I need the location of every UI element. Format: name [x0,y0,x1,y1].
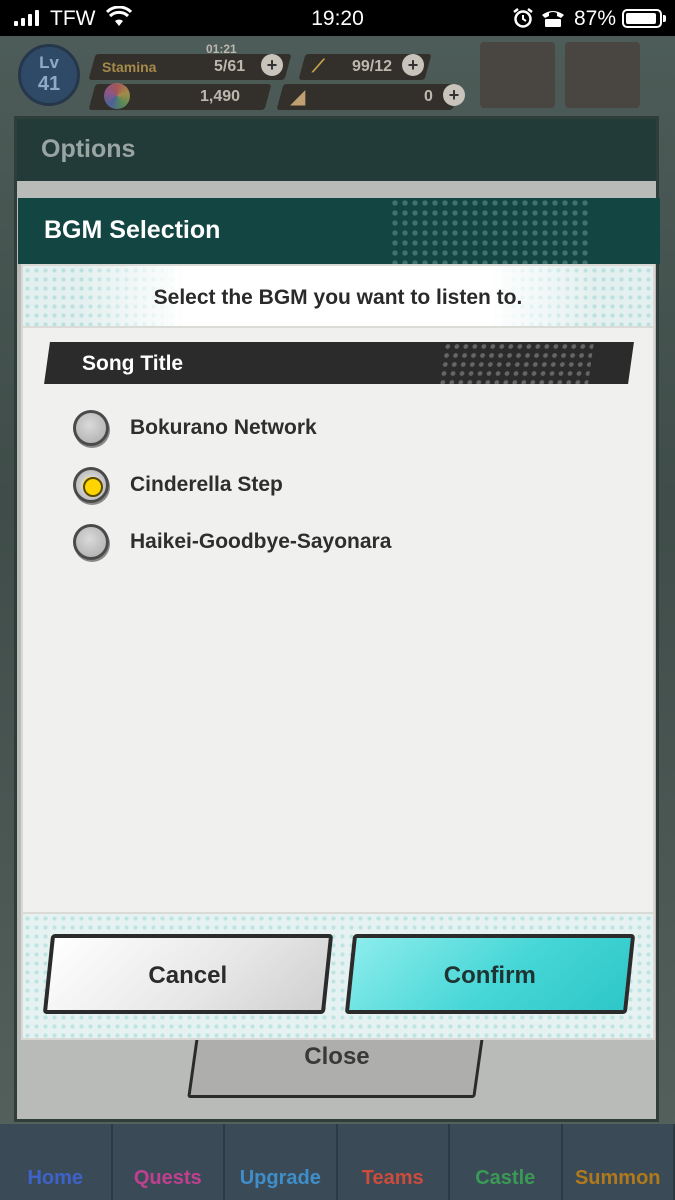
song-label: Bokurano Network [130,416,317,439]
bgm-selection-dialog: BGM Selection Select the BGM you want to… [18,198,660,1040]
nav-summon-label: Summon [574,1167,661,1189]
tty-icon [540,7,566,35]
dialog-footer: Cancel Confirm [23,912,653,1038]
player-level-badge: Lv 41 [18,44,80,106]
confirm-button[interactable]: Confirm [344,934,636,1014]
gift-box-button[interactable] [480,42,555,108]
level-value: 41 [37,73,61,95]
radio-button-unselected[interactable] [73,524,109,560]
dialog-body: Select the BGM you want to listen to. So… [21,264,655,1040]
dialog-title: BGM Selection [44,216,221,244]
ticket-icon: ◢ [290,86,306,108]
add-tickets-button[interactable]: + [443,84,465,106]
song-title-label: Song Title [82,352,184,375]
instruction-band: Select the BGM you want to listen to. [23,266,653,328]
items-bag-button[interactable] [565,42,640,108]
nav-castle-label: Castle [475,1167,536,1189]
tickets-value: 0 [424,88,433,105]
stamina-label: Stamina [102,59,157,75]
header-halftone-pattern [390,198,590,264]
nav-home[interactable]: Home [0,1124,113,1200]
column-header-halftone [438,342,594,384]
nav-upgrade-label: Upgrade [239,1167,321,1189]
add-item-button[interactable]: + [402,54,424,76]
stamina-timer: 01:21 [206,42,237,56]
song-option-cinderella-step[interactable]: Cinderella Step [73,463,473,507]
add-stamina-button[interactable]: + [261,54,283,76]
song-label: Cinderella Step [130,473,283,496]
radio-button-unselected[interactable] [73,410,109,446]
close-button[interactable]: Close [187,1030,485,1098]
song-option-bokurano-network[interactable]: Bokurano Network [73,406,473,450]
instruction-text: Select the BGM you want to listen to. [153,286,523,309]
nav-castle[interactable]: Castle [450,1124,563,1200]
cancel-button-label: Cancel [148,962,228,989]
nav-quests-label: Quests [133,1167,202,1189]
item-value: 99/12 [352,58,393,75]
level-label: Lv [39,53,59,72]
options-title: Options [41,135,136,163]
bottom-navigation: Home Quests Upgrade Teams Castle Summon [0,1124,675,1200]
dialog-header: BGM Selection [18,198,660,264]
divider [23,326,653,328]
status-bar: TFW 19:20 87% [0,0,675,36]
gems-value: 1,490 [200,88,241,105]
battery-icon [622,9,666,28]
options-header: Options [17,119,656,181]
nav-upgrade[interactable]: Upgrade [225,1124,338,1200]
radio-button-selected[interactable] [73,467,109,503]
gem-icon [104,83,130,109]
nav-teams-label: Teams [361,1167,424,1189]
alarm-icon [512,7,534,35]
nav-quests[interactable]: Quests [112,1124,225,1200]
stamina-value: 5/61 [214,58,246,75]
song-label: Haikei-Goodbye-Sayonara [130,530,392,553]
battery-percentage: 87% [574,7,617,30]
cancel-button[interactable]: Cancel [42,934,334,1014]
nav-teams[interactable]: Teams [337,1124,450,1200]
close-button-label: Close [304,1043,370,1070]
nav-home-label: Home [27,1167,84,1189]
song-option-haikei-goodbye-sayonara[interactable]: Haikei-Goodbye-Sayonara [73,520,473,564]
feather-icon: ⟋ [312,56,325,76]
confirm-button-label: Confirm [443,962,536,989]
nav-summon[interactable]: Summon [562,1124,675,1200]
